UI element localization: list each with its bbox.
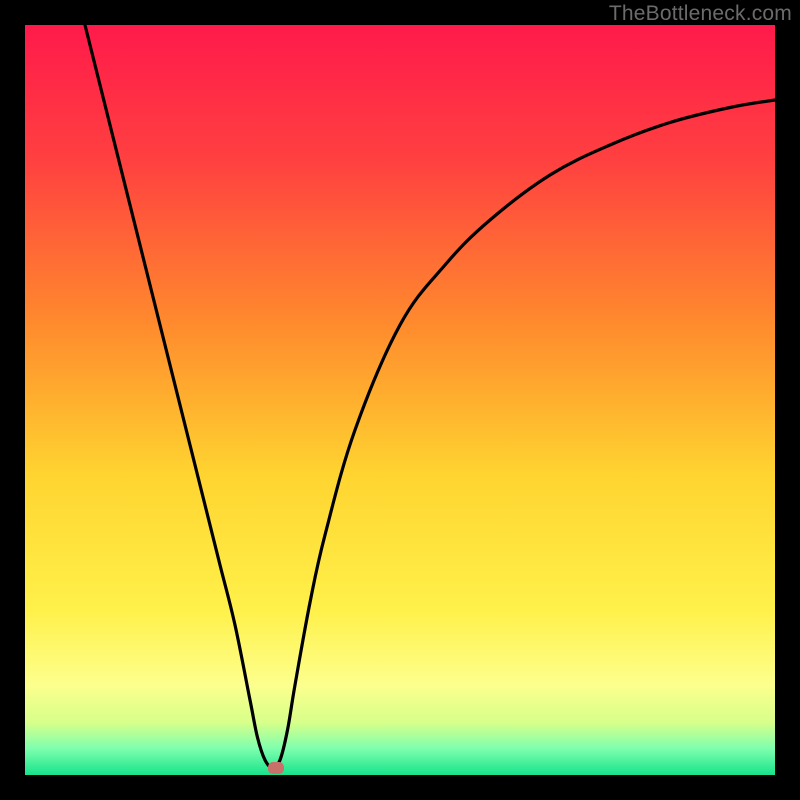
plot-frame xyxy=(25,25,775,775)
optimal-point-marker xyxy=(268,762,284,774)
watermark-text: TheBottleneck.com xyxy=(609,2,792,26)
bottleneck-curve xyxy=(25,25,775,775)
